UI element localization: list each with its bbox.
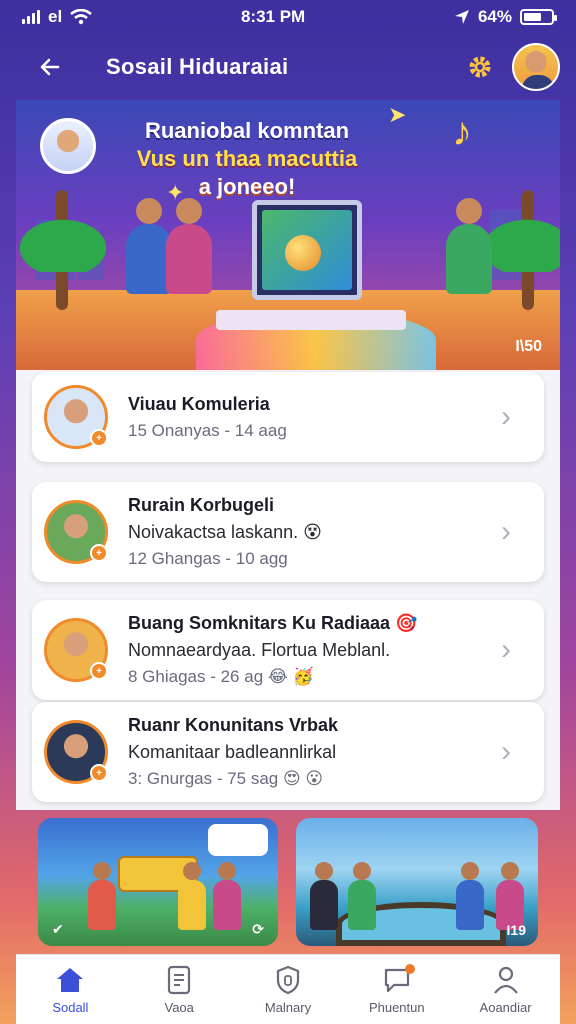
chevron-right-icon[interactable]: ›	[486, 400, 526, 434]
tab-security[interactable]: Malnary	[238, 964, 338, 1015]
tab-profile[interactable]: Aoandiar	[456, 964, 556, 1015]
tab-label: Sodall	[52, 1000, 89, 1015]
status-time: 8:31 PM	[240, 7, 306, 26]
chevron-right-icon[interactable]: ›	[486, 735, 526, 769]
chevron-right-icon[interactable]: ›	[486, 515, 526, 549]
profile-icon	[490, 964, 522, 996]
back-arrow-icon	[40, 58, 60, 76]
tab-label: Vaoa	[164, 1000, 194, 1015]
figure-illustration	[348, 862, 376, 930]
shield-icon	[272, 964, 304, 996]
community-title: Ruanr Konunitans Vrbak	[128, 715, 339, 735]
community-card[interactable]: + Viuau Komuleria 15 Onanyas - 14 aag ›	[32, 372, 544, 462]
thumbnail-badge: I19	[506, 922, 526, 938]
refresh-icon[interactable]: ⟳	[252, 921, 264, 938]
status-right: 64%	[454, 7, 557, 27]
badge-icon: +	[90, 429, 108, 447]
hero-text: Ruaniobal komntan Vus un thaa macuttia a…	[112, 118, 382, 200]
bottom-tab-bar: Sodall Vaoa Malnary Phuentun Aoandiar	[16, 954, 560, 1024]
page-title: Sosail Hiduaraiai	[106, 54, 289, 79]
hero-banner[interactable]: ♪ ✦ ➤ Ruaniobal komntan Vus un thaa macu…	[16, 100, 560, 370]
document-icon	[163, 964, 195, 996]
hero-line-2: Vus un thaa macuttia	[136, 146, 358, 171]
community-meta: 3: Gnurgas - 75 sag 😍 😮	[128, 769, 324, 788]
community-desc: Noivakactsa laskann. 😵	[128, 522, 322, 542]
card-body: Rurain Korbugeli Noivakactsa laskann. 😵 …	[128, 495, 486, 569]
status-left: el	[22, 7, 92, 27]
home-icon	[54, 964, 86, 996]
community-avatar: +	[44, 618, 108, 682]
badge-icon: +	[90, 764, 108, 782]
figure-illustration	[213, 862, 241, 930]
community-avatar: +	[44, 500, 108, 564]
tab-label: Aoandiar	[479, 1000, 532, 1015]
location-arrow-icon	[454, 10, 469, 24]
back-button[interactable]	[30, 47, 70, 87]
person-illustration	[166, 198, 212, 294]
community-avatar: +	[44, 720, 108, 784]
hero-avatar	[40, 118, 96, 174]
card-body: Buang Somknitars Ku Radiaaa 🎯 Nomnaeardy…	[128, 613, 486, 687]
hero-badge: I\50	[515, 338, 542, 355]
community-card[interactable]: + Ruanr Konunitans Vrbak Komanitaar badl…	[32, 702, 544, 802]
gear-icon	[469, 56, 491, 78]
card-body: Viuau Komuleria 15 Onanyas - 14 aag	[128, 394, 486, 441]
wifi-icon	[70, 9, 92, 25]
figure-illustration	[178, 862, 206, 930]
music-note-icon: ♪	[452, 110, 472, 154]
app-header: Sosail Hiduaraiai	[16, 34, 560, 100]
chevron-right-icon[interactable]: ›	[486, 633, 526, 667]
desk-illustration	[216, 310, 406, 330]
media-thumbnail[interactable]: I19	[296, 818, 538, 946]
badge-icon: +	[90, 544, 108, 562]
tab-chat[interactable]: Phuentun	[347, 964, 447, 1015]
community-title: Viuau Komuleria	[128, 393, 270, 414]
battery-icon	[520, 9, 557, 25]
card-body: Ruanr Konunitans Vrbak Komanitaar badlea…	[128, 715, 486, 789]
community-meta: 8 Ghiagas - 26 ag 😂 🥳	[128, 667, 314, 686]
figure-illustration	[456, 862, 484, 930]
paper-plane-icon: ➤	[388, 102, 407, 127]
tab-home[interactable]: Sodall	[20, 964, 120, 1015]
community-avatar: +	[44, 385, 108, 449]
community-list: + Viuau Komuleria 15 Onanyas - 14 aag › …	[16, 370, 560, 810]
community-meta: 15 Onanyas - 14 aag	[128, 420, 287, 440]
badge-icon: +	[90, 662, 108, 680]
community-title: Buang Somknitars Ku Radiaaa 🎯	[128, 613, 418, 633]
community-desc: Komanitaar badleannlirkal	[128, 742, 337, 762]
monitor-illustration	[252, 200, 362, 300]
community-card[interactable]: + Rurain Korbugeli Noivakactsa laskann. …	[32, 482, 544, 582]
signal-icon	[22, 10, 40, 24]
community-meta: 12 Ghangas - 10 agg	[128, 549, 288, 568]
carrier-label: el	[48, 7, 63, 26]
community-title: Rurain Korbugeli	[128, 495, 275, 515]
tab-label: Malnary	[264, 1000, 312, 1015]
community-card[interactable]: + Buang Somknitars Ku Radiaaa 🎯 Nomnaear…	[32, 600, 544, 700]
settings-button[interactable]	[460, 47, 500, 87]
checkmark-icon: ✔	[52, 921, 64, 937]
palm-leaves	[16, 212, 118, 272]
speech-bubble	[208, 824, 268, 856]
notification-dot	[404, 964, 415, 974]
tab-label: Phuentun	[368, 1000, 425, 1015]
media-thumbnail[interactable]: ✔ ⟳	[38, 818, 278, 946]
hero-line-1: Ruaniobal komntan	[144, 118, 350, 143]
person-illustration	[446, 198, 492, 294]
tab-documents[interactable]: Vaoa	[129, 964, 229, 1015]
user-avatar[interactable]	[512, 43, 560, 91]
community-desc: Nomnaeardyaa. Flortua Meblanl.	[128, 640, 391, 660]
hero-line-3: a joneeo!	[198, 174, 296, 199]
battery-percent: 64%	[477, 7, 512, 26]
battery-level	[524, 13, 541, 21]
figure-illustration	[310, 862, 338, 930]
figure-illustration	[88, 862, 116, 930]
status-bar: el 8:31 PM 64%	[0, 0, 576, 34]
